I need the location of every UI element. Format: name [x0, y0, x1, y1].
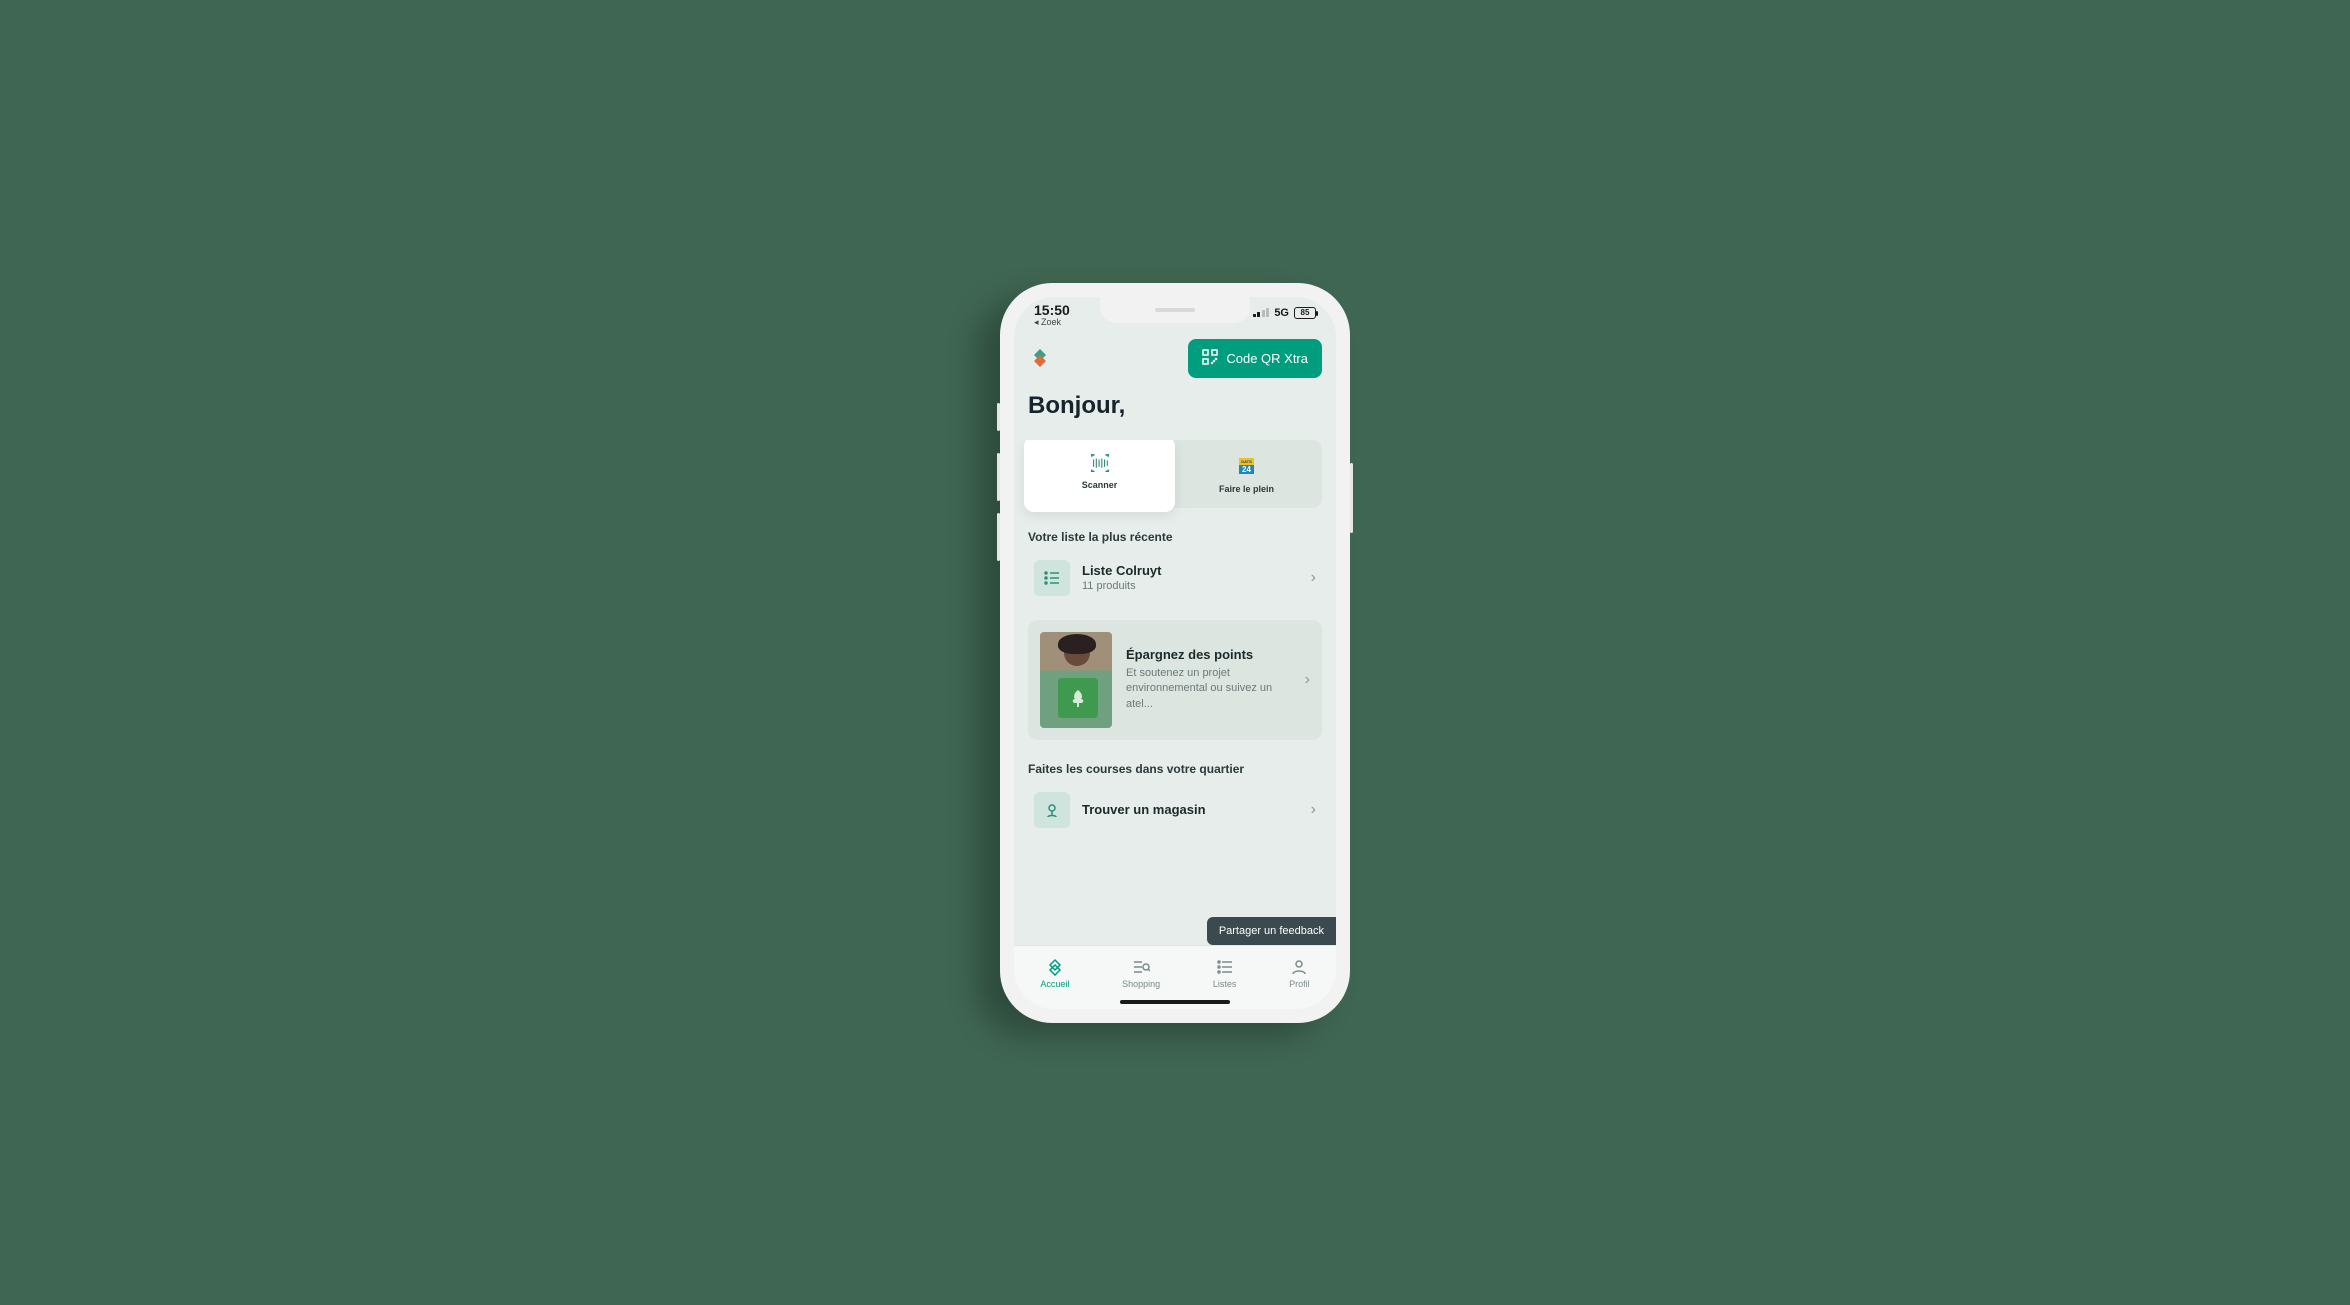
- promo-desc: Et soutenez un projet environnemental ou…: [1126, 666, 1291, 712]
- qr-code-button[interactable]: Code QR Xtra: [1188, 339, 1322, 378]
- list-sub: 11 produits: [1082, 580, 1299, 592]
- profile-icon: [1290, 958, 1308, 976]
- chevron-right-icon: ›: [1311, 569, 1316, 587]
- notch: [1100, 297, 1250, 323]
- scanner-label: Scanner: [1082, 480, 1118, 490]
- fuel-card[interactable]: DATS 24 Faire le plein: [1171, 440, 1322, 508]
- recent-list-card[interactable]: Liste Colruyt 11 produits ›: [1028, 552, 1322, 604]
- greeting-title: Bonjour,: [1014, 388, 1336, 440]
- qr-button-label: Code QR Xtra: [1226, 351, 1308, 366]
- tab-shopping[interactable]: Shopping: [1122, 958, 1160, 989]
- tab-profile[interactable]: Profil: [1289, 958, 1310, 989]
- dats-icon: DATS 24: [1236, 458, 1258, 476]
- shopping-icon: [1132, 958, 1150, 976]
- promo-title: Épargnez des points: [1126, 647, 1291, 662]
- stores-section-title: Faites les courses dans votre quartier: [1028, 762, 1322, 776]
- tab-profile-label: Profil: [1289, 979, 1310, 989]
- phone-frame: 15:50 ◂ Zoek 5G 85 Code QR Xtra: [1000, 283, 1350, 1023]
- side-button: [997, 403, 1000, 431]
- side-button: [1350, 463, 1353, 533]
- home-indicator[interactable]: [1120, 1000, 1230, 1004]
- network-label: 5G: [1274, 307, 1289, 319]
- app-logo-icon: [1028, 346, 1052, 370]
- tab-shopping-label: Shopping: [1122, 979, 1160, 989]
- tree-icon: [1058, 678, 1098, 718]
- home-icon: [1046, 958, 1064, 976]
- chevron-right-icon: ›: [1305, 671, 1310, 689]
- find-store-label: Trouver un magasin: [1082, 802, 1299, 817]
- store-pin-icon: [1034, 792, 1070, 828]
- list-name: Liste Colruyt: [1082, 563, 1299, 578]
- promo-card[interactable]: Épargnez des points Et soutenez un proje…: [1028, 620, 1322, 740]
- tab-lists[interactable]: Listes: [1213, 958, 1237, 989]
- tab-home-label: Accueil: [1040, 979, 1069, 989]
- lists-icon: [1216, 958, 1234, 976]
- tab-home[interactable]: Accueil: [1040, 958, 1069, 989]
- tab-lists-label: Listes: [1213, 979, 1237, 989]
- qr-icon: [1202, 349, 1218, 368]
- status-back-link[interactable]: ◂ Zoek: [1034, 318, 1070, 328]
- side-button: [997, 453, 1000, 501]
- battery-icon: 85: [1294, 307, 1316, 319]
- recent-list-section-title: Votre liste la plus récente: [1028, 530, 1322, 544]
- scanner-icon: [1089, 454, 1111, 472]
- find-store-card[interactable]: Trouver un magasin ›: [1028, 784, 1322, 836]
- list-icon: [1034, 560, 1070, 596]
- status-time: 15:50: [1034, 303, 1070, 318]
- side-button: [997, 513, 1000, 561]
- signal-icon: [1253, 308, 1270, 317]
- fuel-label: Faire le plein: [1219, 484, 1274, 494]
- scanner-card[interactable]: Scanner: [1024, 440, 1175, 512]
- action-cards: Scanner DATS 24 Faire le plein: [1028, 440, 1322, 508]
- chevron-right-icon: ›: [1311, 801, 1316, 819]
- screen: 15:50 ◂ Zoek 5G 85 Code QR Xtra: [1014, 297, 1336, 1009]
- feedback-button[interactable]: Partager un feedback: [1207, 917, 1336, 945]
- promo-image: [1040, 632, 1112, 728]
